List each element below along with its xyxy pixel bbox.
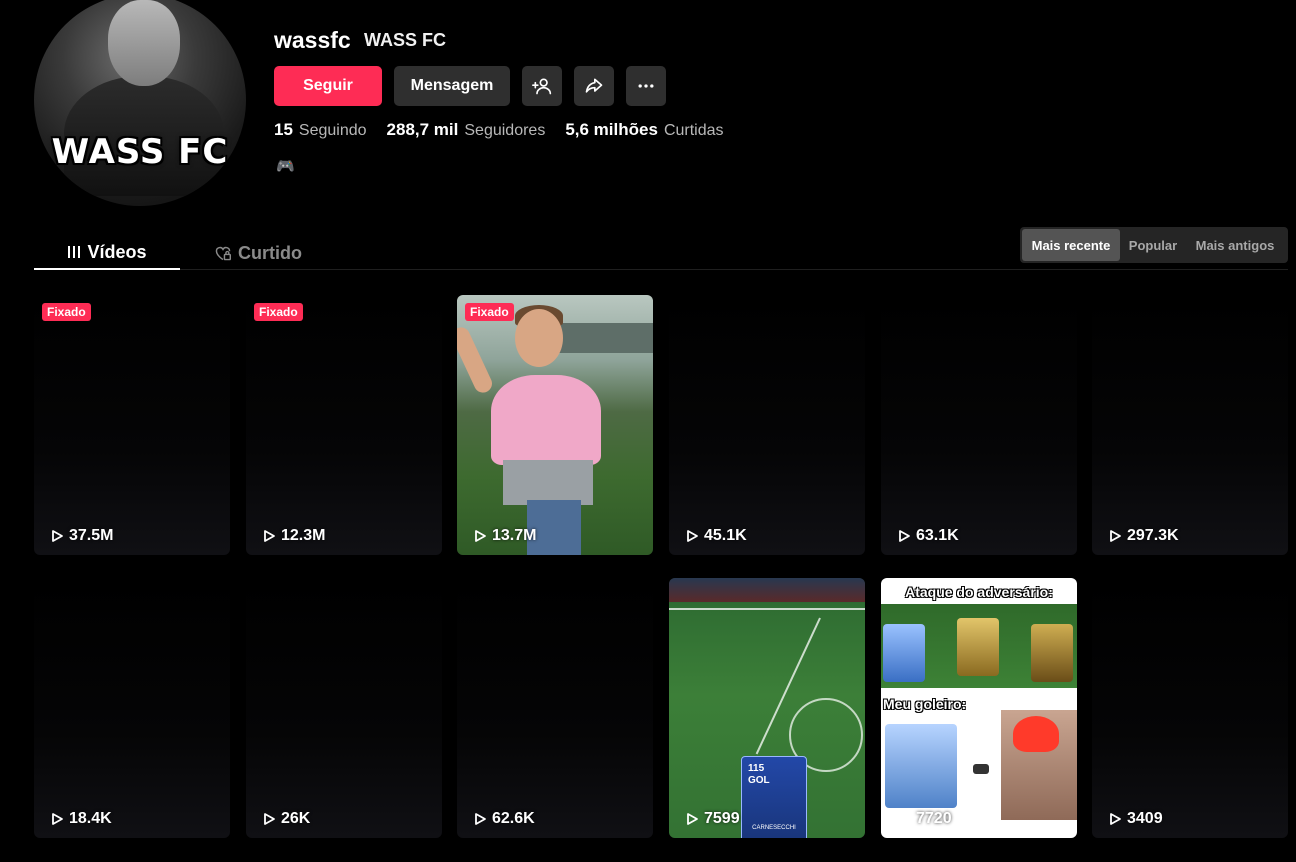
- video-card[interactable]: 18.4K: [34, 578, 230, 838]
- stat-following[interactable]: 15 Seguindo: [274, 120, 367, 140]
- view-count: 12.3M: [262, 527, 325, 545]
- stat-followers[interactable]: 288,7 mil Seguidores: [387, 120, 546, 140]
- play-icon: [264, 813, 275, 825]
- view-count: 7720: [897, 810, 952, 828]
- profile-avatar[interactable]: WASS FC: [34, 0, 246, 206]
- tab-videos-label: Vídeos: [87, 241, 147, 262]
- avatar-logo-text: WASS FC: [51, 132, 229, 172]
- play-icon: [687, 813, 698, 825]
- video-card[interactable]: 3409: [1092, 578, 1288, 838]
- pinned-badge: Fixado: [465, 303, 514, 321]
- video-card[interactable]: Fixado 37.5M: [34, 295, 230, 555]
- view-count-text: 7720: [916, 810, 952, 827]
- view-count: 37.5M: [50, 527, 113, 545]
- view-count: 62.6K: [473, 810, 535, 828]
- view-count: 63.1K: [897, 527, 959, 545]
- sort-option-recent[interactable]: Mais recente: [1022, 229, 1120, 261]
- stat-likes: 5,6 milhões Curtidas: [565, 120, 723, 140]
- sort-segmented-control: Mais recente Popular Mais antigos: [1020, 227, 1288, 263]
- video-card[interactable]: 115 GOL CARNESECCHI 7599: [669, 578, 865, 838]
- play-icon: [475, 813, 486, 825]
- thumbnail-football-pitch: 115 GOL CARNESECCHI: [669, 578, 865, 838]
- view-count-text: 62.6K: [492, 810, 535, 827]
- view-count-text: 3409: [1127, 810, 1163, 827]
- play-icon: [1110, 530, 1121, 542]
- view-count: 13.7M: [473, 527, 536, 545]
- likes-count: 5,6 milhões: [565, 120, 658, 139]
- thumbnail-caption-mid: Meu goleiro:: [883, 696, 967, 712]
- player-card-name: CARNESECCHI: [752, 825, 796, 831]
- view-count-text: 37.5M: [69, 527, 114, 544]
- view-count: 18.4K: [50, 810, 112, 828]
- pinned-badge: Fixado: [254, 303, 303, 321]
- view-count-text: 18.4K: [69, 810, 112, 827]
- video-card[interactable]: 62.6K: [457, 578, 653, 838]
- pinned-badge: Fixado: [42, 303, 91, 321]
- view-count: 297.3K: [1108, 527, 1179, 545]
- view-count-text: 7599: [704, 810, 740, 827]
- followers-count: 288,7 mil: [386, 120, 459, 139]
- thumbnail-kid-dancing: [457, 295, 653, 555]
- share-button[interactable]: [574, 66, 614, 106]
- tab-liked-label: Curtido: [238, 242, 302, 263]
- video-card[interactable]: 297.3K: [1092, 295, 1288, 555]
- likes-label: Curtidas: [663, 122, 724, 139]
- view-count: 45.1K: [685, 527, 747, 545]
- grid-icon: [68, 246, 81, 258]
- video-card[interactable]: Fixado 12.3M: [246, 295, 442, 555]
- view-count: 7599: [685, 810, 740, 828]
- tab-videos[interactable]: Vídeos: [34, 236, 180, 270]
- view-count: 26K: [262, 810, 310, 828]
- view-count-text: 26K: [281, 810, 311, 827]
- player-card-rating: 115: [748, 763, 765, 774]
- profile-stats: 15 Seguindo 288,7 mil Seguidores 5,6 mil…: [274, 120, 744, 140]
- video-card[interactable]: Ataque do adversário: Meu goleiro: 7720: [881, 578, 1077, 838]
- profile-username: wassfc: [274, 27, 351, 53]
- share-icon: [585, 78, 603, 93]
- sort-option-oldest[interactable]: Mais antigos: [1186, 229, 1284, 261]
- thumbnail-fut-cards: Ataque do adversário: Meu goleiro:: [881, 578, 1077, 838]
- player-card-position: GOL: [748, 775, 770, 786]
- view-count-text: 12.3M: [281, 527, 326, 544]
- add-user-icon: [532, 78, 552, 95]
- bio-gamepad-icon: 🎮: [276, 158, 295, 175]
- video-card[interactable]: 45.1K: [669, 295, 865, 555]
- player-card-thumbnail: 115 GOL CARNESECCHI: [741, 756, 807, 838]
- video-card[interactable]: 26K: [246, 578, 442, 838]
- play-icon: [52, 530, 63, 542]
- play-icon: [1110, 813, 1121, 825]
- profile-nickname: WASS FC: [364, 30, 447, 50]
- view-count-text: 45.1K: [704, 527, 747, 544]
- video-card[interactable]: 63.1K: [881, 295, 1077, 555]
- follow-button[interactable]: Seguir: [274, 66, 382, 106]
- play-icon: [52, 813, 63, 825]
- more-options-button[interactable]: [626, 66, 666, 106]
- view-count: 3409: [1108, 810, 1163, 828]
- followers-label: Seguidores: [464, 122, 546, 139]
- heart-lock-icon: [215, 246, 231, 261]
- view-count-text: 297.3K: [1127, 527, 1179, 544]
- following-count: 15: [274, 120, 293, 139]
- view-count-text: 13.7M: [492, 527, 537, 544]
- sort-option-popular[interactable]: Popular: [1120, 229, 1186, 261]
- play-icon: [475, 530, 486, 542]
- play-icon: [687, 530, 698, 542]
- message-button[interactable]: Mensagem: [394, 66, 510, 106]
- avatar-head-shape: [108, 0, 180, 86]
- video-card[interactable]: Fixado 13.7M: [457, 295, 653, 555]
- add-friend-button[interactable]: [522, 66, 562, 106]
- play-icon: [264, 530, 275, 542]
- play-icon: [899, 813, 910, 825]
- view-count-text: 63.1K: [916, 527, 959, 544]
- tab-liked[interactable]: Curtido: [214, 236, 302, 270]
- more-dots-icon: [638, 84, 654, 88]
- following-label: Seguindo: [298, 122, 367, 139]
- thumbnail-caption-top: Ataque do adversário:: [905, 584, 1053, 600]
- play-icon: [899, 530, 910, 542]
